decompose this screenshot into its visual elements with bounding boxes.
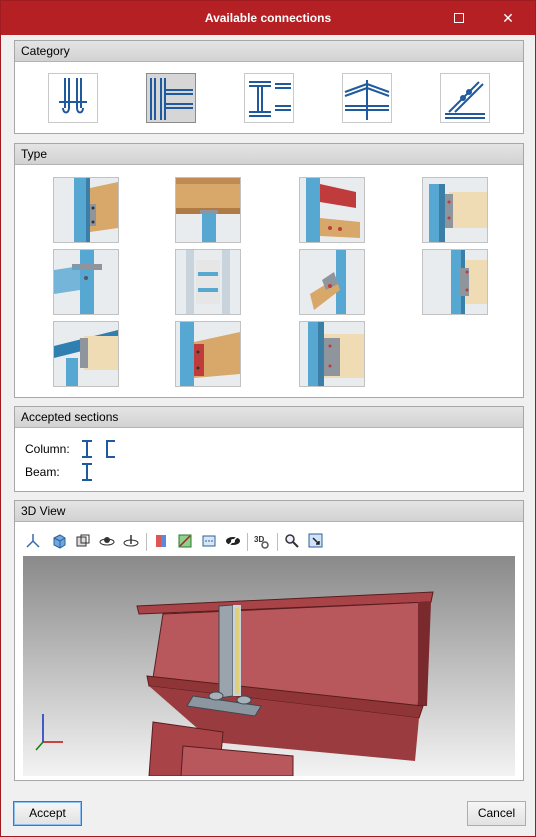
maximize-icon xyxy=(454,13,464,23)
column-base-icon xyxy=(59,78,87,114)
close-button[interactable]: ✕ xyxy=(488,1,528,35)
beam-beam-icon xyxy=(249,81,291,117)
connection-type-icon xyxy=(176,178,240,242)
type-thumbnail-1[interactable] xyxy=(53,177,119,243)
beam-label: Beam: xyxy=(25,465,60,479)
category-truss[interactable] xyxy=(342,73,392,123)
type-group: Type xyxy=(14,143,524,398)
maximize-button[interactable] xyxy=(439,1,479,35)
type-thumbnail-11[interactable] xyxy=(299,321,365,387)
type-thumbnail-10[interactable] xyxy=(175,321,241,387)
accepted-sections-header: Accepted sections xyxy=(15,407,523,428)
connection-type-icon xyxy=(176,322,240,386)
category-header: Category xyxy=(15,41,523,62)
zoom-icon[interactable] xyxy=(282,531,302,551)
connection-type-icon xyxy=(300,178,364,242)
truss-icon xyxy=(344,80,390,120)
type-thumbnail-6[interactable] xyxy=(175,249,241,315)
type-thumbnail-4[interactable] xyxy=(422,177,488,243)
type-thumbnail-9[interactable] xyxy=(53,321,119,387)
connection-type-icon xyxy=(54,250,118,314)
category-beam-beam[interactable] xyxy=(244,73,294,123)
category-brace[interactable] xyxy=(440,73,490,123)
connection-type-icon xyxy=(300,322,364,386)
connection-type-icon xyxy=(423,250,487,314)
type-thumbnail-8[interactable] xyxy=(422,249,488,315)
render-icon[interactable] xyxy=(175,531,195,551)
connection-3d-model xyxy=(35,591,434,776)
column-label: Column: xyxy=(25,442,70,456)
brace-icon xyxy=(445,81,485,119)
i-section-icon xyxy=(82,440,92,458)
connection-type-icon xyxy=(423,178,487,242)
category-group: Category xyxy=(14,40,524,134)
toolbar-separator xyxy=(146,533,147,551)
connection-type-icon xyxy=(54,322,118,386)
section-icon[interactable] xyxy=(151,531,171,551)
accept-button[interactable]: Accept xyxy=(13,801,82,826)
cancel-button[interactable]: Cancel xyxy=(467,801,526,826)
type-thumbnail-3[interactable] xyxy=(299,177,365,243)
available-connections-dialog: Available connections ✕ Category Type Ac… xyxy=(0,0,536,837)
toolbar-separator xyxy=(277,533,278,551)
3d-settings-icon[interactable]: 3D xyxy=(252,531,272,551)
view3d-header: 3D View xyxy=(15,501,523,522)
connection-type-icon xyxy=(54,178,118,242)
view3d-group: 3D View 3D xyxy=(14,500,524,781)
beam-column-icon xyxy=(150,78,193,120)
measure-icon[interactable] xyxy=(199,531,219,551)
cube-icon[interactable] xyxy=(49,531,69,551)
orbit-icon[interactable] xyxy=(97,531,117,551)
view3d-toolbar: 3D xyxy=(23,531,513,553)
category-column-base[interactable] xyxy=(48,73,98,123)
type-thumbnail-7[interactable] xyxy=(299,249,365,315)
type-thumbnail-5[interactable] xyxy=(53,249,119,315)
view3d-viewport[interactable] xyxy=(23,556,515,776)
accepted-sections-group: Accepted sections Column: Beam: xyxy=(14,406,524,492)
connection-type-icon xyxy=(176,250,240,314)
close-icon: ✕ xyxy=(502,9,514,26)
connection-type-icon xyxy=(300,250,364,314)
i-section-icon xyxy=(82,463,92,481)
views-icon[interactable] xyxy=(73,531,93,551)
axes-icon[interactable] xyxy=(23,531,43,551)
channel-section-icon xyxy=(106,440,115,458)
type-thumbnail-2[interactable] xyxy=(175,177,241,243)
toolbar-separator xyxy=(247,533,248,551)
category-beam-column[interactable] xyxy=(146,73,196,123)
title-bar: Available connections ✕ xyxy=(1,1,535,35)
zoom-window-icon[interactable] xyxy=(306,531,326,551)
hide-icon[interactable] xyxy=(223,531,243,551)
type-header: Type xyxy=(15,144,523,165)
rotate-icon[interactable] xyxy=(121,531,141,551)
